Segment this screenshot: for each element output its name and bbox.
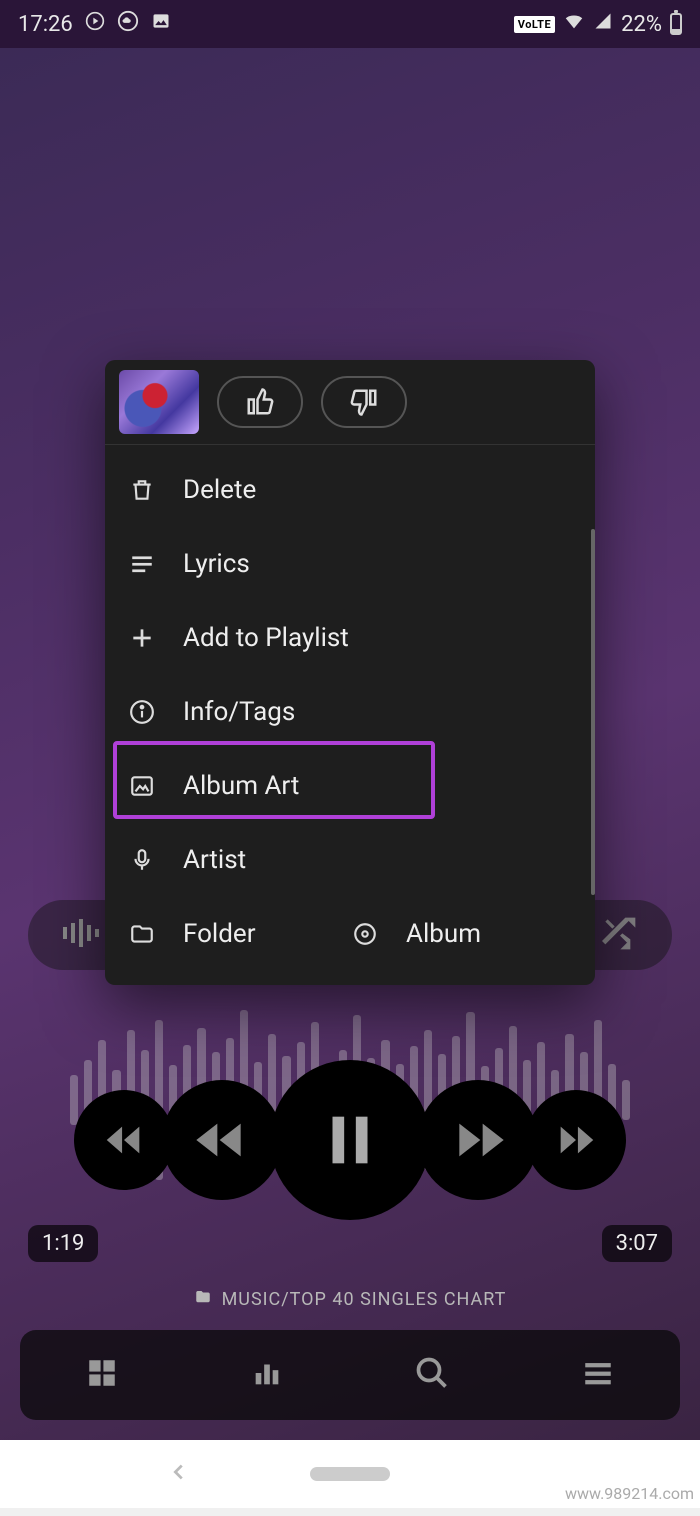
menu-album-art-label: Album Art	[183, 771, 299, 801]
image-frame-icon	[127, 773, 157, 799]
menu-album[interactable]: Album	[350, 919, 573, 949]
context-menu-popup: Delete Lyrics Add to Playlist Info/Tags	[105, 360, 595, 985]
watermark-text: www.989214.com	[565, 1484, 694, 1503]
menu-lyrics[interactable]: Lyrics	[105, 527, 595, 601]
song-thumbnail[interactable]	[119, 370, 199, 434]
menu-add-playlist[interactable]: Add to Playlist	[105, 601, 595, 675]
menu-artist-label: Artist	[183, 845, 246, 875]
thumbs-down-button[interactable]	[321, 376, 407, 428]
menu-artist[interactable]: Artist	[105, 823, 595, 897]
equalizer-lines-icon	[61, 917, 105, 953]
pause-button[interactable]	[270, 1060, 430, 1220]
menu-folder-label: Folder	[183, 919, 256, 949]
playback-controls	[0, 1060, 700, 1220]
image-icon	[151, 11, 171, 37]
disc-icon	[350, 921, 380, 947]
rewind-button[interactable]	[162, 1080, 282, 1200]
total-time: 3:07	[602, 1225, 672, 1262]
menu-add-playlist-label: Add to Playlist	[183, 623, 349, 653]
cloud-icon	[117, 10, 139, 38]
search-tab[interactable]	[414, 1355, 450, 1395]
battery-percent: 22%	[621, 12, 662, 37]
plus-icon	[127, 625, 157, 651]
library-tab[interactable]	[85, 1356, 119, 1394]
mic-icon	[127, 847, 157, 873]
forward-button[interactable]	[418, 1080, 538, 1200]
menu-album-art[interactable]: Album Art	[105, 749, 595, 823]
folder-icon	[127, 921, 157, 947]
info-icon	[127, 699, 157, 725]
lyrics-icon	[127, 551, 157, 577]
play-icon	[85, 11, 105, 37]
menu-tab[interactable]	[581, 1356, 615, 1394]
scroll-indicator	[591, 529, 595, 895]
status-bar: 17:26 VoLTE 22%	[0, 0, 700, 48]
folder-mini-icon	[194, 1288, 212, 1311]
menu-folder[interactable]: Folder	[127, 919, 350, 949]
menu-info-tags[interactable]: Info/Tags	[105, 675, 595, 749]
skip-forward-button[interactable]	[526, 1090, 626, 1190]
equalizer-tab[interactable]	[250, 1356, 284, 1394]
home-pill[interactable]	[310, 1467, 390, 1481]
menu-delete[interactable]: Delete	[105, 453, 595, 527]
bottom-nav	[20, 1330, 680, 1420]
menu-album-label: Album	[406, 919, 481, 949]
skip-back-button[interactable]	[74, 1090, 174, 1190]
wifi-icon	[563, 10, 585, 38]
status-time: 17:26	[18, 12, 73, 37]
phone-screen: 17:26 VoLTE 22%	[0, 0, 700, 1440]
back-button[interactable]	[168, 1461, 190, 1487]
volte-badge: VoLTE	[514, 16, 555, 33]
menu-info-tags-label: Info/Tags	[183, 697, 295, 727]
menu-delete-label: Delete	[183, 475, 256, 505]
menu-lyrics-label: Lyrics	[183, 549, 250, 579]
folder-path-text: MUSIC/TOP 40 SINGLES CHART	[222, 1289, 507, 1310]
thumbs-up-button[interactable]	[217, 376, 303, 428]
elapsed-time: 1:19	[28, 1225, 98, 1262]
folder-path-row[interactable]: MUSIC/TOP 40 SINGLES CHART	[0, 1288, 700, 1311]
trash-icon	[127, 477, 157, 503]
shuffle-icon	[597, 911, 637, 960]
signal-icon	[593, 11, 613, 37]
battery-icon	[670, 13, 682, 35]
